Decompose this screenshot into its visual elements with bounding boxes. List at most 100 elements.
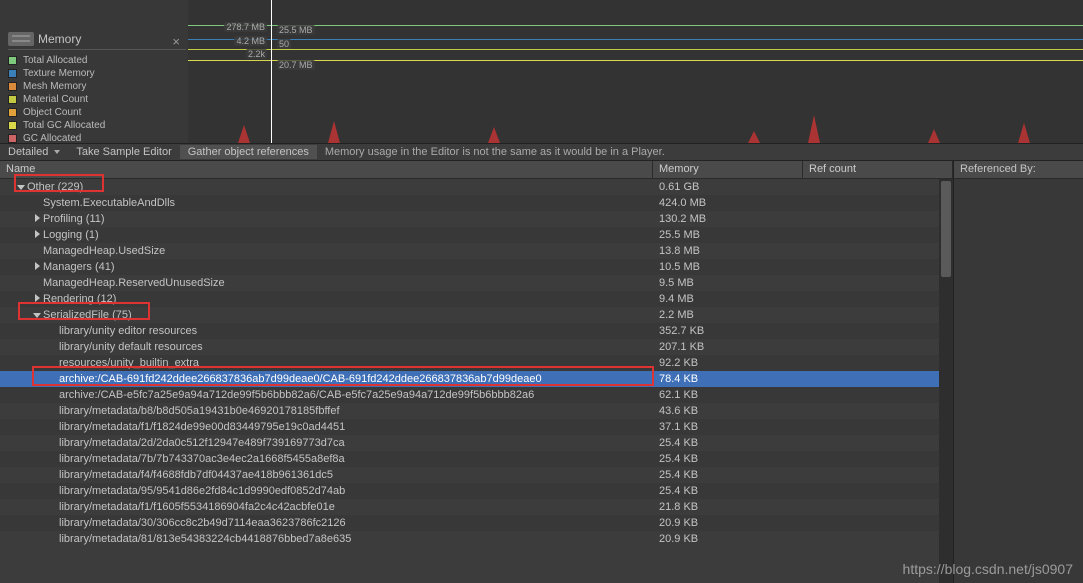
table-row[interactable]: library/unity default resources 207.1 KB	[0, 339, 953, 355]
table-row[interactable]: library/metadata/b8/b8d505a19431b0e46920…	[0, 403, 953, 419]
take-sample-button[interactable]: Take Sample Editor	[68, 145, 179, 159]
row-memory: 25.4 KB	[653, 453, 803, 465]
chart-value-label: 50	[277, 39, 291, 49]
chart-spike	[488, 127, 500, 143]
row-memory: 43.6 KB	[653, 405, 803, 417]
chart-value-label: 4.2 MB	[234, 36, 267, 46]
table-row[interactable]: resources/unity_builtin_extra 92.2 KB	[0, 355, 953, 371]
gather-refs-button[interactable]: Gather object references	[180, 145, 317, 159]
row-memory: 0.61 GB	[653, 181, 803, 193]
row-memory: 9.4 MB	[653, 293, 803, 305]
table-row[interactable]: Profiling (11) 130.2 MB	[0, 211, 953, 227]
legend-color-icon	[8, 134, 17, 143]
tree-body[interactable]: Other (229)0.61 GBSystem.ExecutableAndDl…	[0, 179, 953, 583]
expander-icon[interactable]	[32, 229, 42, 241]
row-memory: 25.5 MB	[653, 229, 803, 241]
row-label: library/metadata/7b/7b743370ac3e4ec2a166…	[59, 453, 345, 465]
legend-item[interactable]: GC Allocated	[8, 132, 186, 145]
legend-color-icon	[8, 69, 17, 78]
mode-dropdown[interactable]: Detailed	[0, 145, 68, 159]
legend-label: GC Allocated	[23, 133, 81, 144]
expander-icon[interactable]	[32, 261, 42, 273]
row-label: archive:/CAB-e5fc7a25e9a94a712de99f5b6bb…	[59, 389, 534, 401]
row-label: ManagedHeap.ReservedUnusedSize	[43, 277, 225, 289]
table-row[interactable]: library/metadata/95/9541d86e2fd84c1d9990…	[0, 483, 953, 499]
legend-label: Total Allocated	[23, 55, 88, 66]
legend-item[interactable]: Total GC Allocated	[8, 119, 186, 132]
legend-item[interactable]: Total Allocated	[8, 54, 186, 67]
expander-icon[interactable]	[32, 293, 42, 305]
row-label: Managers (41)	[43, 261, 115, 273]
table-row[interactable]: library/metadata/2d/2da0c512f12947e489f7…	[0, 435, 953, 451]
chart-spike	[808, 115, 820, 143]
table-row[interactable]: library/unity editor resources352.7 KB	[0, 323, 953, 339]
row-memory: 424.0 MB	[653, 197, 803, 209]
table-row[interactable]: library/metadata/81/813e54383224cb441887…	[0, 531, 953, 547]
row-memory: 62.1 KB	[653, 389, 803, 401]
chart-value-label: 278.7 MB	[224, 22, 267, 32]
tree-header: Name Memory Ref count	[0, 161, 953, 179]
memory-chart[interactable]: 278.7 MB4.2 MB2.2k25.5 MB5020.7 MB	[188, 0, 1083, 143]
legend-item[interactable]: Material Count	[8, 93, 186, 106]
chart-series-line	[188, 60, 1083, 61]
chart-spike	[238, 125, 250, 143]
legend-item[interactable]: Texture Memory	[8, 67, 186, 80]
legend-color-icon	[8, 121, 17, 130]
legend-label: Texture Memory	[23, 68, 95, 79]
col-ref[interactable]: Ref count	[803, 161, 953, 178]
chart-cursor[interactable]	[271, 0, 272, 143]
expander-icon[interactable]	[32, 213, 42, 225]
table-row[interactable]: archive:/CAB-691fd242ddee266837836ab7d99…	[0, 371, 953, 387]
panel-title: Memory	[38, 32, 81, 46]
row-memory: 25.4 KB	[653, 469, 803, 481]
row-memory: 130.2 MB	[653, 213, 803, 225]
legend-item[interactable]: Mesh Memory	[8, 80, 186, 93]
row-label: library/metadata/95/9541d86e2fd84c1d9990…	[59, 485, 345, 497]
scroll-thumb[interactable]	[941, 181, 951, 277]
row-label: library/unity default resources	[59, 341, 203, 353]
toolbar: Detailed Take Sample Editor Gather objec…	[0, 143, 1083, 161]
row-label: archive:/CAB-691fd242ddee266837836ab7d99…	[59, 373, 542, 385]
row-memory: 21.8 KB	[653, 501, 803, 513]
table-row[interactable]: ManagedHeap.UsedSize13.8 MB	[0, 243, 953, 259]
row-label: library/metadata/2d/2da0c512f12947e489f7…	[59, 437, 345, 449]
legend-item[interactable]: Object Count	[8, 106, 186, 119]
expander-icon[interactable]	[16, 181, 26, 193]
chart-spike	[328, 121, 340, 143]
chart-value-label: 20.7 MB	[277, 60, 315, 70]
table-row[interactable]: library/metadata/f1/f1824de99e00d8344979…	[0, 419, 953, 435]
table-row[interactable]: ManagedHeap.ReservedUnusedSize 9.5 MB	[0, 275, 953, 291]
table-row[interactable]: Rendering (12)9.4 MB	[0, 291, 953, 307]
table-row[interactable]: SerializedFile (75)2.2 MB	[0, 307, 953, 323]
row-label: Profiling (11)	[43, 213, 105, 225]
col-name[interactable]: Name	[0, 161, 653, 178]
table-row[interactable]: library/metadata/f4/f4688fdb7df04437ae41…	[0, 467, 953, 483]
legend-color-icon	[8, 82, 17, 91]
scrollbar[interactable]	[939, 179, 953, 583]
row-label: library/metadata/f1/f1605f5534186904fa2c…	[59, 501, 335, 513]
legend-color-icon	[8, 108, 17, 117]
row-memory: 20.9 KB	[653, 533, 803, 545]
row-memory: 78.4 KB	[653, 373, 803, 385]
table-row[interactable]: library/metadata/f1/f1605f5534186904fa2c…	[0, 499, 953, 515]
row-memory: 92.2 KB	[653, 357, 803, 369]
table-row[interactable]: Other (229)0.61 GB	[0, 179, 953, 195]
row-label: library/unity editor resources	[59, 325, 197, 337]
row-label: resources/unity_builtin_extra	[59, 357, 199, 369]
row-label: library/metadata/f1/f1824de99e00d8344979…	[59, 421, 345, 433]
table-row[interactable]: System.ExecutableAndDlls424.0 MB	[0, 195, 953, 211]
table-row[interactable]: archive:/CAB-e5fc7a25e9a94a712de99f5b6bb…	[0, 387, 953, 403]
col-memory[interactable]: Memory	[653, 161, 803, 178]
table-row[interactable]: Managers (41)10.5 MB	[0, 259, 953, 275]
table-row[interactable]: library/metadata/7b/7b743370ac3e4ec2a166…	[0, 451, 953, 467]
row-label: library/metadata/30/306cc8c2b49d7114eaa3…	[59, 517, 346, 529]
close-icon[interactable]: ×	[172, 34, 180, 49]
table-row[interactable]: Logging (1)25.5 MB	[0, 227, 953, 243]
table-row[interactable]: library/metadata/30/306cc8c2b49d7114eaa3…	[0, 515, 953, 531]
row-memory: 9.5 MB	[653, 277, 803, 289]
expander-icon[interactable]	[32, 309, 42, 321]
watermark: https://blog.csdn.net/js0907	[903, 561, 1073, 577]
chart-value-label: 2.2k	[246, 49, 267, 59]
row-memory: 207.1 KB	[653, 341, 803, 353]
legend-color-icon	[8, 56, 17, 65]
